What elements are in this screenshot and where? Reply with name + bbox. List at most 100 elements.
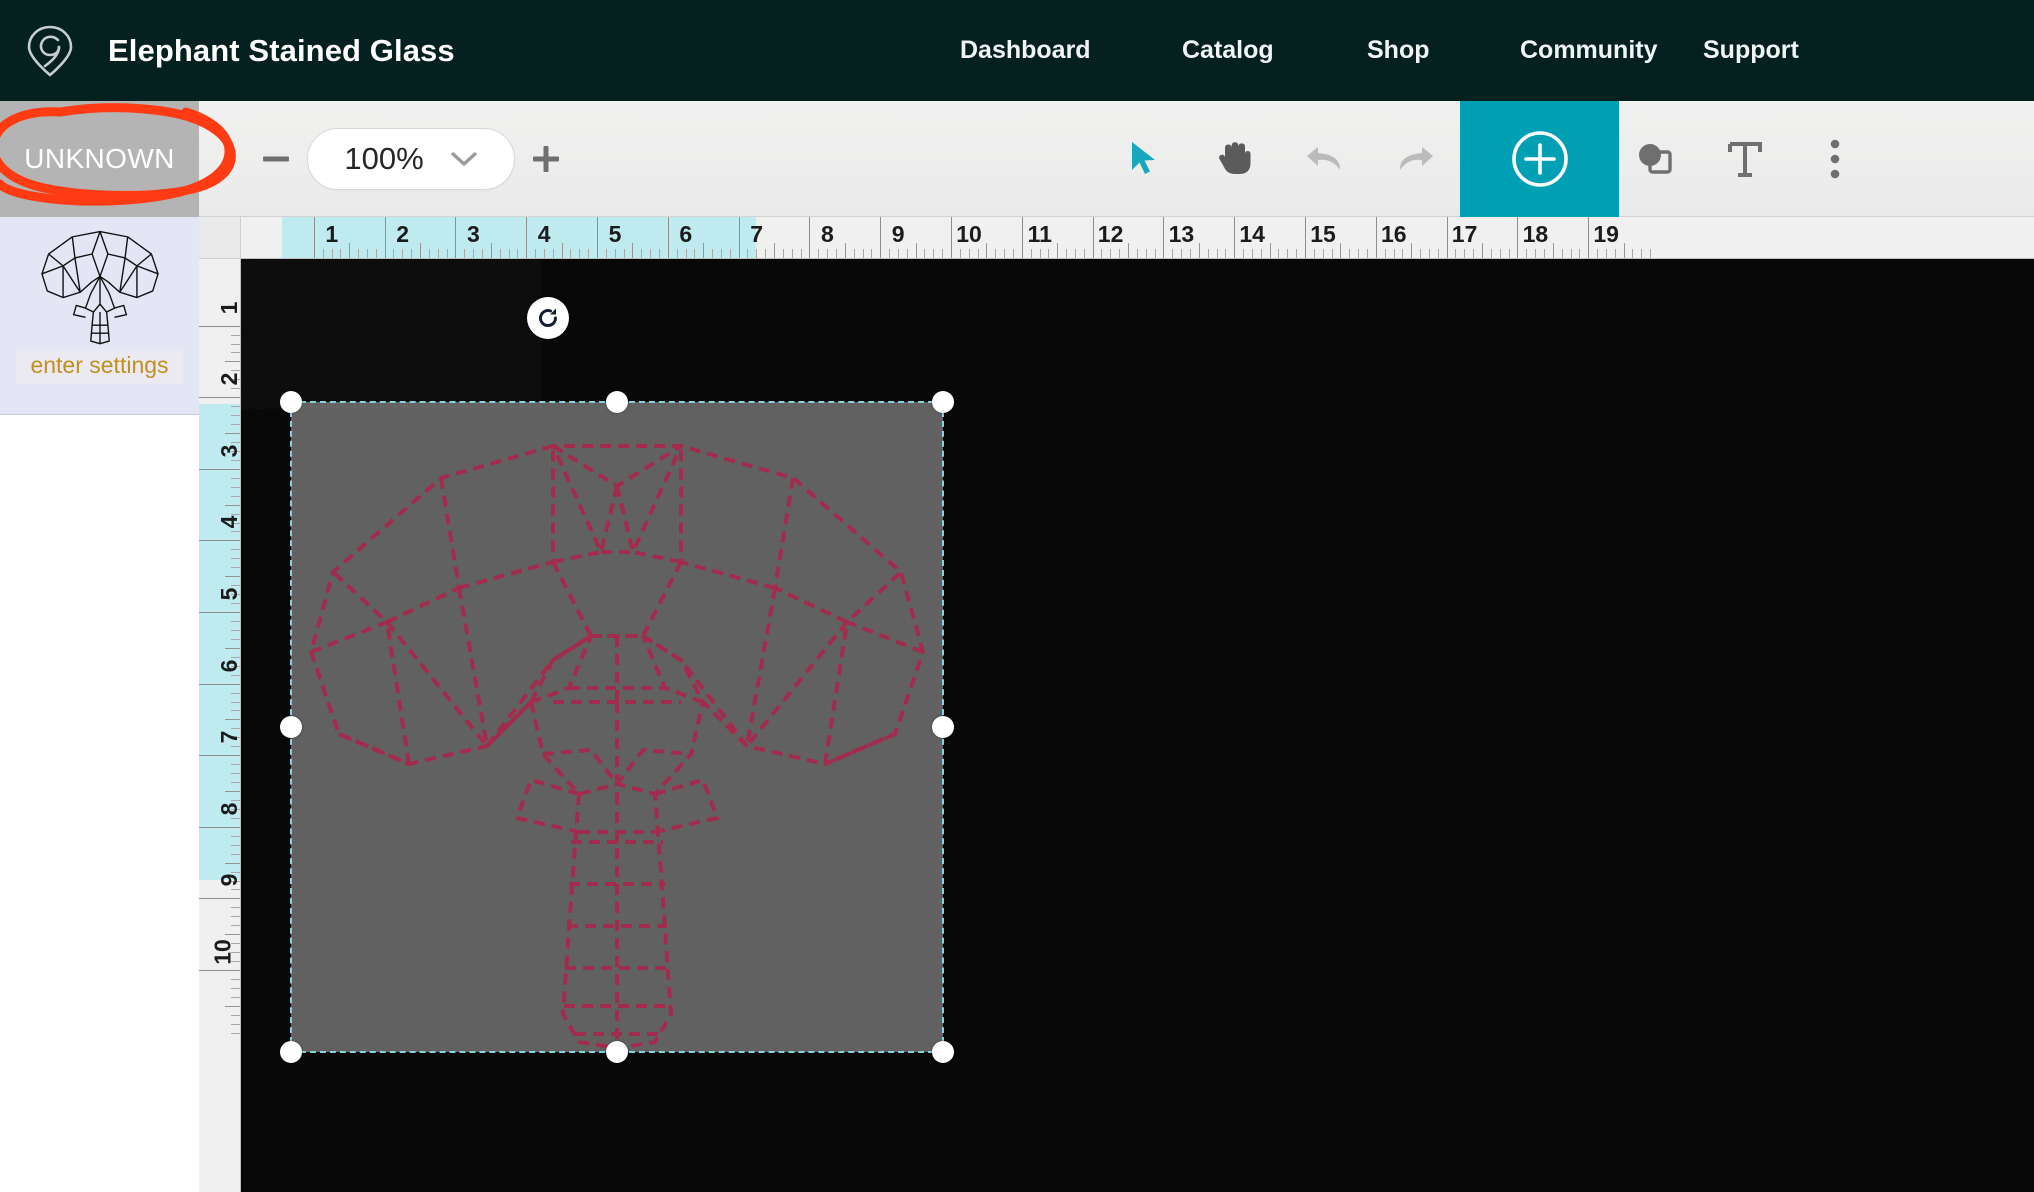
redo-arrow-icon — [1394, 141, 1436, 177]
ruler-subtick — [924, 249, 925, 258]
shapes-tool-button[interactable] — [1610, 101, 1700, 217]
ruler-subtick — [978, 249, 979, 258]
ruler-subtick — [1509, 249, 1510, 258]
resize-handle-middle-right — [932, 716, 954, 738]
editor-toolbar: UNKNOWN 100% — [0, 101, 2034, 217]
ruler-subtick — [517, 249, 518, 258]
ruler-subtick — [1314, 249, 1315, 258]
more-options-button[interactable] — [1790, 101, 1880, 217]
ruler-label: 18 — [1523, 221, 1549, 248]
undo-button[interactable] — [1280, 101, 1370, 217]
ruler-subtick — [429, 249, 430, 258]
ruler-subtick — [677, 249, 678, 258]
ruler-subtick — [1349, 249, 1350, 258]
enter-settings-button[interactable]: enter settings — [16, 349, 182, 384]
nav-item-community[interactable]: Community — [1520, 28, 1703, 73]
ruler-label: 15 — [1310, 221, 1336, 248]
selected-object[interactable] — [291, 402, 943, 1052]
layer-item[interactable]: enter settings — [0, 217, 199, 415]
ruler-subtick — [641, 249, 642, 258]
ruler-subtick — [509, 249, 510, 258]
ruler-tick — [199, 898, 240, 899]
horizontal-ruler[interactable]: 12345678910111213141516171819 — [241, 217, 2034, 259]
zoom-level-select[interactable]: 100% — [307, 128, 515, 190]
text-tool-button[interactable] — [1700, 101, 1790, 217]
ruler-label: 4 — [216, 516, 241, 529]
select-tool-button[interactable] — [1100, 101, 1190, 217]
ruler-subtick — [1482, 243, 1483, 258]
resize-handle-top-center — [606, 391, 628, 413]
nav-item-shop[interactable]: Shop — [1367, 28, 1520, 73]
ruler-subtick — [1031, 249, 1032, 258]
ruler-subtick — [491, 243, 492, 258]
ruler-subtick — [1128, 243, 1129, 258]
resize-handle-top-left — [280, 391, 302, 413]
pan-tool-button[interactable] — [1190, 101, 1280, 217]
ruler-subtick — [1270, 243, 1271, 258]
ruler-subtick — [650, 249, 651, 258]
design-canvas[interactable] — [241, 259, 2034, 1192]
ruler-subtick — [340, 249, 341, 258]
nav-item-dashboard[interactable]: Dashboard — [960, 28, 1182, 73]
ruler-subtick — [827, 249, 828, 258]
ruler-label: 11 — [1028, 221, 1052, 248]
plus-circle-icon — [1509, 128, 1571, 190]
ruler-subtick — [570, 249, 571, 258]
ruler-subtick — [1057, 243, 1058, 258]
ruler-subtick — [231, 478, 240, 479]
ruler-subtick — [231, 603, 240, 604]
ruler-subtick — [721, 249, 722, 258]
ruler-subtick — [1013, 249, 1014, 258]
redo-button[interactable] — [1370, 101, 1460, 217]
ruler-subtick — [960, 249, 961, 258]
ruler-subtick — [1243, 249, 1244, 258]
ruler-subtick — [1208, 249, 1209, 258]
ruler-subtick — [1261, 249, 1262, 258]
ruler-subtick — [1624, 243, 1625, 258]
ruler-subtick — [1464, 249, 1465, 258]
ruler-tick — [199, 397, 240, 398]
zoom-in-button[interactable] — [515, 128, 577, 190]
ruler-subtick — [1332, 249, 1333, 258]
add-object-button[interactable] — [1460, 101, 1619, 217]
ruler-subtick — [231, 710, 240, 711]
ruler-label: 2 — [396, 221, 409, 248]
ruler-subtick — [1190, 249, 1191, 258]
spiral-pin-logo-icon[interactable] — [22, 22, 78, 80]
ruler-subtick — [231, 818, 240, 819]
ruler-subtick — [1358, 249, 1359, 258]
ruler-subtick — [367, 249, 368, 258]
ruler-subtick — [231, 621, 240, 622]
nav-item-catalog[interactable]: Catalog — [1182, 28, 1367, 73]
ruler-subtick — [942, 249, 943, 258]
layer-tab-unknown[interactable]: UNKNOWN — [0, 101, 199, 217]
ruler-tick — [199, 755, 240, 756]
ruler-label: 10 — [210, 939, 237, 965]
ruler-subtick — [393, 249, 394, 258]
ruler-subtick — [231, 460, 240, 461]
ruler-subtick — [1146, 249, 1147, 258]
ruler-subtick — [712, 249, 713, 258]
text-tool-icon — [1726, 139, 1764, 179]
ruler-subtick — [231, 800, 240, 801]
ruler-subtick — [473, 249, 474, 258]
ruler-subtick — [632, 243, 633, 258]
ruler-subtick — [231, 702, 240, 703]
undo-arrow-icon — [1304, 141, 1346, 177]
ruler-subtick — [231, 567, 240, 568]
nav-item-support[interactable]: Support — [1703, 28, 1853, 73]
ruler-subtick — [231, 854, 240, 855]
ruler-tick — [809, 217, 810, 258]
ruler-subtick — [1455, 249, 1456, 258]
ruler-label: 6 — [216, 659, 241, 672]
ruler-subtick — [1597, 249, 1598, 258]
ruler-label: 3 — [467, 221, 480, 248]
zoom-out-button[interactable] — [245, 128, 307, 190]
vertical-ruler[interactable]: 12345678910 — [199, 259, 241, 1192]
rotate-handle[interactable] — [527, 297, 569, 339]
ruler-subtick — [1606, 249, 1607, 258]
ruler-tick — [1517, 217, 1518, 258]
ruler-subtick — [1562, 249, 1563, 258]
ruler-subtick — [1491, 249, 1492, 258]
resize-handle-bottom-left — [280, 1041, 302, 1063]
